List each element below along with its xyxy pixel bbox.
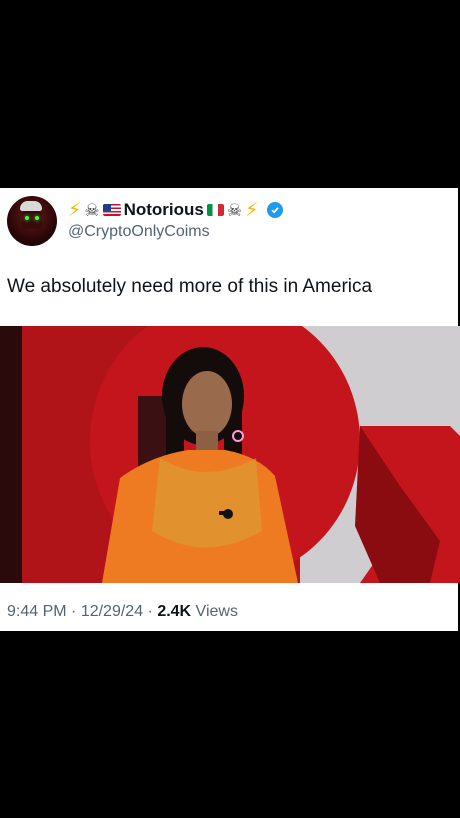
author-avatar[interactable] [7,196,57,246]
tweet-date[interactable]: 12/29/24 [81,603,143,620]
views-count: 2.4K [157,603,192,620]
tweet-time[interactable]: 9:44 PM [7,603,67,620]
verified-badge-icon [267,202,284,218]
lightning-icon: ⚡ [245,199,259,221]
author-display-name[interactable]: Notorious [124,200,204,220]
avatar-hat [20,201,42,211]
us-flag-icon [102,204,121,216]
tweet-meta: 9:44 PM · 12/29/24 · 2.4K Views [7,603,238,621]
speaker-on-stage-image [0,326,460,583]
views-label: Views [191,603,238,620]
meta-separator: · [66,603,81,620]
tweet-text: We absolutely need more of this in Ameri… [7,276,373,297]
avatar-eye [25,216,29,220]
tweet-video-frame[interactable] [0,326,460,583]
avatar-face [22,211,42,229]
author-handle[interactable]: @CryptoOnlyCoims [68,223,210,241]
meta-separator: · [143,603,158,620]
skull-crossbones-icon: ☠ [84,200,100,220]
tweet-card: ⚡ ☠ Notorious ☠ ⚡ @CryptoOnlyCoims We ab… [0,188,460,631]
italy-flag-icon [206,204,224,216]
skull-crossbones-icon: ☠ [226,200,243,220]
author-name-row[interactable]: ⚡ ☠ Notorious ☠ ⚡ [68,198,284,222]
lightning-icon: ⚡ [68,199,82,221]
avatar-eye [35,216,39,220]
